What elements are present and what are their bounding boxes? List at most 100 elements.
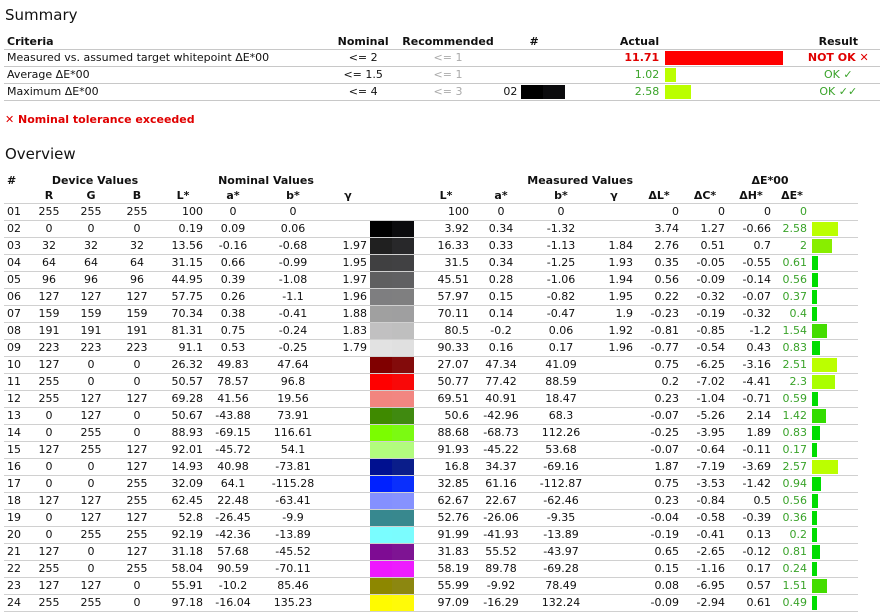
cell-nl: 88.93 xyxy=(160,424,206,442)
measured-swatch xyxy=(392,357,414,373)
de-bar xyxy=(812,222,838,236)
cell-nl: 14.93 xyxy=(160,458,206,476)
nominal-swatch xyxy=(370,459,392,475)
summary-row: Measured vs. assumed target whitepoint Δ… xyxy=(4,49,880,67)
cell-na: 41.56 xyxy=(206,390,260,408)
overview-row: 06 127 127 127 57.75 0.26 -1.1 1.96 57.97 0.15 -0.… xyxy=(4,288,880,306)
swatch-cell xyxy=(370,271,420,289)
cell-de: 0.56 xyxy=(774,271,810,289)
cell-ma: -42.96 xyxy=(472,407,530,425)
cell-dc: -0.41 xyxy=(682,526,728,544)
cell-dc: -1.04 xyxy=(682,390,728,408)
cell-de: 1.54 xyxy=(774,322,810,340)
cell-g: 0 xyxy=(68,373,114,391)
cell-id: 18 xyxy=(4,492,30,510)
cell-id: 09 xyxy=(4,339,30,357)
cell-ml: 27.07 xyxy=(420,356,472,374)
de-bar xyxy=(812,545,820,559)
cell-nb: 116.61 xyxy=(260,424,326,442)
col-nom-gamma: γ xyxy=(344,189,352,202)
color-swatch xyxy=(370,272,414,288)
cell-de: 0.83 xyxy=(774,424,810,442)
cell-ml: 55.99 xyxy=(420,577,472,595)
cell-dc: -6.95 xyxy=(682,577,728,595)
cell-b: 127 xyxy=(114,543,160,561)
cell-na: -26.45 xyxy=(206,509,260,527)
color-swatch xyxy=(370,595,414,611)
actual-bar xyxy=(665,51,784,65)
de-bar xyxy=(812,307,817,321)
swatch-cell xyxy=(370,356,420,374)
swatch-cell xyxy=(370,254,420,272)
cell-dl: 1.87 xyxy=(636,458,682,476)
swatch-cell xyxy=(370,560,420,578)
nominal-swatch xyxy=(370,442,392,458)
color-swatch xyxy=(370,357,414,373)
cell-id: 06 xyxy=(4,288,30,306)
de-bar xyxy=(812,409,826,423)
cell-de: 0.37 xyxy=(774,288,810,306)
actual-bar xyxy=(665,68,677,82)
de-bar-cell xyxy=(810,594,858,612)
measured-swatch xyxy=(392,204,414,220)
cell-ng: 1.79 xyxy=(326,339,370,357)
cell-nb: -13.89 xyxy=(260,526,326,544)
cell-id: 17 xyxy=(4,475,30,493)
cell-dl: 0.56 xyxy=(636,271,682,289)
cell-nl: 52.8 xyxy=(160,509,206,527)
nominal-cell: <= 2 xyxy=(330,49,396,67)
cell-nb: 19.56 xyxy=(260,390,326,408)
cell-mg xyxy=(592,492,636,510)
cell-dc: -0.64 xyxy=(682,441,728,459)
cell-mb: -43.97 xyxy=(530,543,592,561)
cell-na: 0.75 xyxy=(206,322,260,340)
color-swatch xyxy=(370,408,414,424)
cell-dh: 1.89 xyxy=(728,424,774,442)
de-bar xyxy=(812,358,837,372)
cell-mg: 1.84 xyxy=(592,237,636,255)
cell-ma: 22.67 xyxy=(472,492,530,510)
swatch-cell xyxy=(370,339,420,357)
cell-mb: -62.46 xyxy=(530,492,592,510)
cell-r: 127 xyxy=(30,492,68,510)
cell-ml: 58.19 xyxy=(420,560,472,578)
color-swatch xyxy=(370,289,414,305)
color-swatch xyxy=(370,238,414,254)
actual-bar-cell xyxy=(662,66,797,84)
cell-dl: 0.75 xyxy=(636,475,682,493)
color-swatch xyxy=(370,561,414,577)
cell-ml: 91.99 xyxy=(420,526,472,544)
criteria-cell: Measured vs. assumed target whitepoint Δ… xyxy=(4,49,331,67)
cell-mb: -0.82 xyxy=(530,288,592,306)
cell-mg xyxy=(592,373,636,391)
cell-ml: 16.8 xyxy=(420,458,472,476)
cell-dh: -0.71 xyxy=(728,390,774,408)
overview-row: 15 127 255 127 92.01 -45.72 54.1 91.93 -45.22 53.… xyxy=(4,441,880,459)
cell-mb: -69.28 xyxy=(530,560,592,578)
cell-nb: 54.1 xyxy=(260,441,326,459)
cell-g: 159 xyxy=(68,305,114,323)
cell-dc: -3.95 xyxy=(682,424,728,442)
cell-b: 255 xyxy=(114,526,160,544)
cell-ng xyxy=(326,220,370,238)
nominal-swatch xyxy=(370,578,392,594)
cell-ml: 90.33 xyxy=(420,339,472,357)
cell-mb: -1.32 xyxy=(530,220,592,238)
cell-mb: 68.3 xyxy=(530,407,592,425)
cell-ma: 89.78 xyxy=(472,560,530,578)
nominal-cell: <= 4 xyxy=(330,83,396,101)
cell-ng xyxy=(326,594,370,612)
cell-nb: -0.41 xyxy=(260,305,326,323)
cell-dc: -7.19 xyxy=(682,458,728,476)
criteria-header: Criteria xyxy=(7,35,54,48)
swatch-cell xyxy=(370,220,420,238)
cell-ml: 3.92 xyxy=(420,220,472,238)
de-bar xyxy=(812,239,832,253)
de-bar-cell xyxy=(810,458,858,476)
cell-de: 0.56 xyxy=(774,492,810,510)
cell-b: 96 xyxy=(114,271,160,289)
cell-dh: -3.69 xyxy=(728,458,774,476)
measured-swatch xyxy=(392,459,414,475)
cell-dh: 0.5 xyxy=(728,492,774,510)
de-bar-cell xyxy=(810,288,858,306)
